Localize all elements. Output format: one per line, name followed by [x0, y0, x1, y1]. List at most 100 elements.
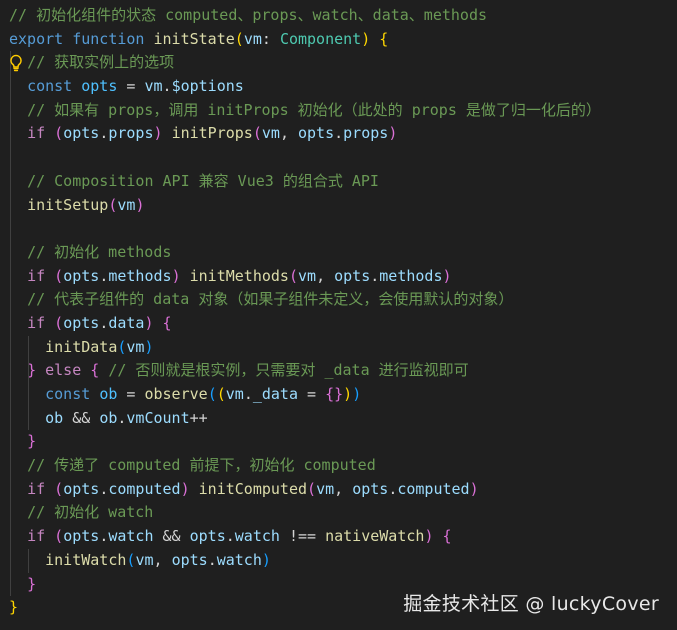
code-token: ( — [54, 124, 64, 143]
code-token: = — [117, 77, 145, 96]
code-line[interactable]: if (opts.props) initProps(vm, opts.props… — [0, 122, 677, 147]
code-token: ( — [54, 527, 64, 546]
indent-guide — [10, 75, 11, 99]
code-token: { — [162, 313, 172, 332]
code-line[interactable]: // 传递了 computed 前提下，初始化 computed — [0, 454, 677, 478]
code-line[interactable]: // 初始化组件的状态 computed、props、watch、data、me… — [0, 4, 677, 28]
code-line[interactable]: // 初始化 methods — [0, 240, 677, 265]
code-token: // Composition API 兼容 Vue3 的组合式 API — [27, 171, 379, 190]
code-token: else — [45, 361, 82, 380]
indent-guide — [10, 217, 11, 241]
code-token: ( — [288, 266, 298, 285]
code-line[interactable]: } — [0, 430, 677, 455]
code-line[interactable]: if (opts.methods) initMethods(vm, opts.m… — [0, 264, 677, 289]
code-token: // 获取实例上的选项 — [27, 53, 175, 72]
code-token: . — [370, 266, 380, 285]
code-token: opts — [81, 77, 118, 96]
code-line[interactable]: // 代表子组件的 data 对象（如果子组件未定义，会使用默认的对象） — [0, 288, 677, 312]
indent-guide — [10, 193, 11, 218]
code-editor[interactable]: // 初始化组件的状态 computed、props、watch、data、me… — [0, 4, 677, 620]
code-line[interactable]: // Composition API 兼容 Vue3 的组合式 API — [0, 169, 677, 194]
code-token: methods — [379, 266, 443, 285]
code-token: const — [27, 77, 73, 96]
code-token: ++ — [189, 408, 208, 427]
code-token: vm — [117, 195, 136, 214]
code-token: ) — [180, 479, 190, 498]
code-token: ) — [144, 337, 154, 356]
code-line[interactable]: const ob = observe((vm._data = {})) — [0, 383, 677, 407]
indent-guide — [10, 98, 11, 123]
indent-guide — [10, 525, 11, 549]
code-token: = — [298, 385, 326, 403]
code-token: initState — [153, 29, 235, 48]
code-line[interactable]: initWatch(vm, opts.watch) — [0, 548, 677, 573]
indent-guide — [28, 406, 30, 431]
indent-guide — [28, 359, 30, 383]
indent-guide — [10, 406, 11, 431]
indent-guide — [28, 548, 30, 573]
code-token: // 如果有 props，调用 initProps 初始化（此处的 props … — [27, 100, 601, 119]
code-token: . — [334, 124, 344, 143]
code-line[interactable] — [0, 146, 677, 170]
indent-guide — [28, 383, 30, 407]
code-line[interactable]: // 如果有 props，调用 initProps 初始化（此处的 props … — [0, 98, 677, 123]
code-token: Component — [279, 29, 362, 48]
code-token: initMethods — [189, 266, 289, 285]
code-line[interactable]: } else { // 否则就是根实例，只需要对 _data 进行监视即可 — [0, 359, 677, 383]
code-token: {} — [325, 385, 344, 403]
code-token: initData — [45, 337, 118, 356]
indent-guide — [10, 501, 11, 526]
code-line[interactable]: initSetup(vm) — [0, 193, 677, 218]
code-line[interactable]: // 获取实例上的选项 — [0, 51, 677, 76]
code-token: // 初始化 methods — [27, 242, 172, 261]
code-line[interactable]: // 初始化 watch — [0, 501, 677, 526]
indent-guide — [10, 359, 11, 383]
code-line[interactable]: if (opts.data) { — [0, 311, 677, 336]
code-line[interactable]: const opts = vm.$options — [0, 75, 677, 99]
code-token: , — [316, 266, 335, 285]
indent-guide — [10, 311, 11, 336]
code-line[interactable]: export function initState(vm: Component)… — [0, 28, 677, 52]
code-line[interactable]: ob && ob.vmCount++ — [0, 406, 677, 431]
code-token: methods — [108, 266, 172, 285]
code-token: initComputed — [198, 479, 308, 498]
code-token: observe — [144, 385, 208, 403]
code-token: computed — [397, 479, 470, 498]
code-line[interactable] — [0, 217, 677, 241]
code-line[interactable]: if (opts.computed) initComputed(vm, opts… — [0, 477, 677, 502]
watermark: 掘金技术社区 @ luckyCover — [403, 593, 659, 615]
code-token: // 代表子组件的 data 对象（如果子组件未定义，会使用默认的对象） — [27, 290, 514, 309]
code-token: . — [99, 527, 109, 546]
code-line[interactable]: initData(vm) — [0, 335, 677, 360]
code-token: vm — [316, 479, 335, 498]
code-token: if — [27, 124, 46, 143]
code-token: export — [9, 29, 64, 48]
code-token: opts — [63, 479, 100, 498]
indent-guide — [10, 430, 11, 455]
code-token: ) — [135, 195, 145, 214]
code-token: ob — [99, 408, 118, 427]
code-token: vm — [126, 337, 145, 356]
code-line[interactable]: if (opts.watch && opts.watch !== nativeW… — [0, 525, 677, 549]
code-token: opts — [334, 266, 371, 285]
code-token: opts — [63, 527, 100, 546]
lightbulb-icon[interactable] — [9, 54, 23, 72]
indent-guide — [10, 122, 11, 147]
